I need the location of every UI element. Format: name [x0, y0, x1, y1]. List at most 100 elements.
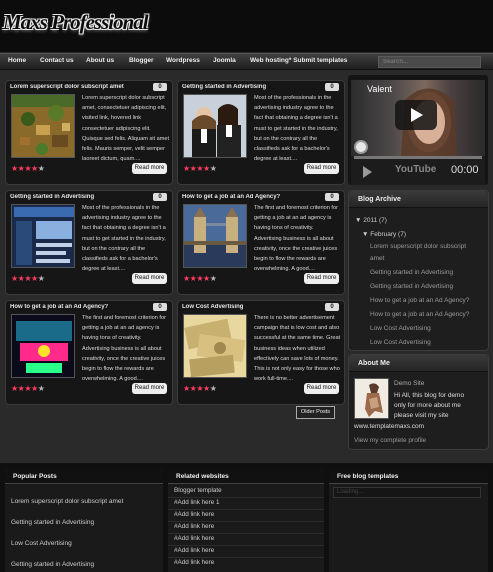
nav-contact-us[interactable]: Contact us — [40, 57, 74, 64]
post-title[interactable]: How to get a job at an Ad Agency? — [182, 194, 322, 200]
popular-post-link[interactable]: Getting started in Advertising — [11, 561, 94, 568]
free-blog-templates: Free blog templates Loading... — [329, 469, 488, 572]
popular-title: Popular Posts — [5, 469, 163, 484]
video-player[interactable]: Valent YouTube 00:00 — [348, 75, 488, 185]
read-more-button[interactable]: Read more — [304, 383, 339, 394]
related-link[interactable]: #Add link here — [174, 559, 214, 566]
nav-about-us[interactable]: About us — [86, 57, 114, 64]
about-line: please visit my site — [394, 412, 449, 419]
comment-count[interactable]: 0 — [325, 193, 339, 201]
post-excerpt: The first and foremost criterion for get… — [82, 315, 166, 383]
play-icon[interactable] — [363, 166, 372, 178]
related-title: Related websites — [168, 469, 324, 484]
divider — [168, 545, 324, 546]
archive-post-link[interactable]: How to get a job at an Ad Agency? — [370, 297, 469, 304]
nav-home[interactable]: Home — [8, 57, 26, 64]
archive-post-link[interactable]: How to get a job at an Ad Agency? — [370, 311, 469, 318]
post-title[interactable]: How to get a job at an Ad Agency? — [10, 304, 150, 310]
about-me: About Me Demo Site Hi All, this blog for… — [348, 354, 489, 450]
post-excerpt: The first and foremost criterion for get… — [254, 205, 338, 273]
star-rating[interactable]: ★★★★★ — [11, 275, 45, 283]
divider — [168, 521, 324, 522]
related-link[interactable]: #Add link here — [174, 535, 214, 542]
main-nav: Home Contact us About us Blogger Wordpre… — [0, 53, 493, 70]
related-link[interactable]: #Add link here — [174, 547, 214, 554]
volume-knob[interactable] — [354, 140, 368, 154]
about-title: About Me — [349, 355, 488, 372]
search-input[interactable] — [378, 56, 481, 68]
nav-joomla[interactable]: Joomla — [213, 57, 236, 64]
older-posts-button[interactable]: Older Posts — [296, 406, 335, 419]
post-title[interactable]: Getting started in Advertising — [182, 84, 322, 90]
youtube-logo[interactable]: YouTube — [395, 164, 436, 175]
read-more-button[interactable]: Read more — [132, 163, 167, 174]
popular-post-link[interactable]: Low Cost Advertising — [11, 540, 72, 547]
comment-count[interactable]: 0 — [325, 83, 339, 91]
read-more-button[interactable]: Read more — [304, 273, 339, 284]
post-excerpt: There is no better advertisement campaig… — [254, 315, 341, 383]
post-excerpt: Most of the professionals in the adverti… — [82, 205, 166, 273]
related-link[interactable]: #Add link here 1 — [174, 499, 220, 506]
post-excerpt: Most of the professionals in the adverti… — [254, 95, 338, 163]
comment-count[interactable]: 0 — [325, 303, 339, 311]
star-rating[interactable]: ★★★★★ — [11, 165, 45, 173]
star-rating[interactable]: ★★★★★ — [11, 385, 45, 393]
post-card: Getting started in Advertising 0 Most of… — [177, 80, 345, 185]
dj-graphic-icon[interactable] — [11, 314, 75, 378]
footer: Popular Posts Lorem superscript dolor su… — [0, 463, 493, 572]
star-rating[interactable]: ★★★★★ — [183, 275, 217, 283]
view-profile-link[interactable]: View my complete profile — [354, 436, 426, 447]
star-rating[interactable]: ★★★★★ — [183, 165, 217, 173]
archive-post-link[interactable]: amet — [370, 255, 384, 262]
archive-post-link[interactable]: Low Cost Advertising — [370, 325, 431, 332]
video-thumbnail[interactable]: Valent — [351, 80, 485, 156]
profile-name[interactable]: Demo Site — [394, 379, 424, 390]
site-logo[interactable]: Maxs Professional — [3, 10, 149, 35]
related-link[interactable]: #Add link here — [174, 523, 214, 530]
post-card: Lorem superscript dolor subscript amet 0… — [5, 80, 173, 185]
archive-title: Blog Archive — [349, 191, 488, 208]
read-more-button[interactable]: Read more — [132, 273, 167, 284]
play-button[interactable] — [395, 100, 437, 130]
website-screenshot-icon[interactable] — [11, 204, 75, 268]
popular-post-link[interactable]: Lorem superscript dolor subscript amet — [11, 498, 123, 505]
comment-count[interactable]: 0 — [153, 83, 167, 91]
about-line: Hi All, this blog for demo — [394, 392, 465, 399]
nav-web-hosting[interactable]: Web hosting* Submit templates — [250, 57, 347, 64]
blog-archive: Blog Archive ▼ 2011 (7) ▼ February (7) L… — [348, 190, 489, 351]
site-url: www.templatemaxs.com — [354, 423, 425, 430]
divider — [168, 533, 324, 534]
archive-year[interactable]: ▼ 2011 (7) — [355, 217, 387, 224]
post-card: How to get a job at an Ad Agency? 0 The … — [5, 300, 173, 405]
video-time: 00:00 — [451, 164, 479, 176]
read-more-button[interactable]: Read more — [132, 383, 167, 394]
nav-wordpress[interactable]: Wordpress — [166, 57, 200, 64]
tower-bridge-icon[interactable] — [183, 204, 247, 268]
business-people-icon[interactable] — [183, 94, 247, 158]
archive-post-link[interactable]: Getting started in Advertising — [370, 269, 453, 276]
archive-post-link[interactable]: Getting started in Advertising — [370, 283, 453, 290]
about-line: only for more about me — [394, 402, 461, 409]
popular-post-link[interactable]: Getting started in Advertising — [11, 519, 94, 526]
money-icon[interactable] — [183, 314, 247, 378]
video-controls: YouTube 00:00 — [351, 156, 485, 185]
comment-count[interactable]: 0 — [153, 193, 167, 201]
read-more-button[interactable]: Read more — [304, 163, 339, 174]
post-title[interactable]: Getting started in Advertising — [10, 194, 150, 200]
progress-bar[interactable] — [354, 156, 482, 159]
related-link[interactable]: Blogger template — [174, 487, 222, 494]
archive-post-link[interactable]: Low Cost Advertising — [370, 339, 431, 346]
nav-blogger[interactable]: Blogger — [129, 57, 154, 64]
strategy-game-icon[interactable] — [11, 94, 75, 158]
comment-count[interactable]: 0 — [153, 303, 167, 311]
video-title: Valent — [367, 84, 392, 94]
post-title[interactable]: Low Cost Advertising — [182, 304, 322, 310]
avatar[interactable] — [354, 378, 389, 419]
post-title[interactable]: Lorem superscript dolor subscript amet — [10, 84, 150, 90]
archive-post-link[interactable]: Lorem superscript dolor subscript — [370, 243, 466, 250]
archive-month[interactable]: ▼ February (7) — [362, 231, 406, 238]
related-link[interactable]: #Add link here — [174, 511, 214, 518]
divider — [168, 497, 324, 498]
post-excerpt: Lorem superscript dolor subscript amet, … — [82, 95, 170, 163]
star-rating[interactable]: ★★★★★ — [183, 385, 217, 393]
